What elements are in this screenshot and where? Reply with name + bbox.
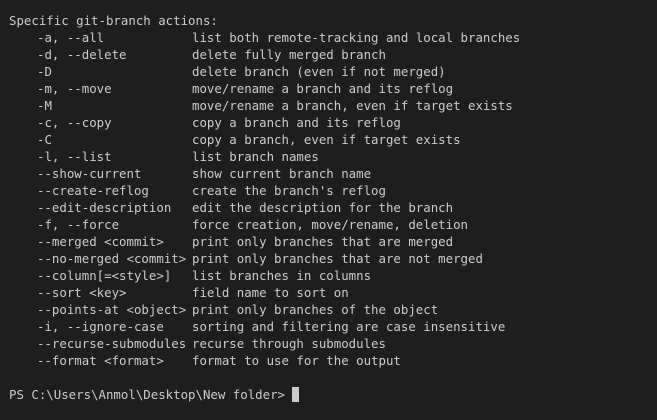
option-row: -m, --move move/rename a branch and its … (0, 80, 657, 97)
option-flag: --sort <key> (37, 285, 127, 300)
option-flag: --edit-description (37, 200, 172, 215)
option-row: --no-merged <commit> print only branches… (0, 250, 657, 267)
option-flag: -m, --move (37, 81, 112, 96)
option-flag: --no-merged <commit> (37, 251, 187, 266)
option-description: copy a branch, even if target exists (192, 132, 461, 147)
shell-prompt-line[interactable]: PS C:\Users\Anmol\Desktop\New folder> (9, 386, 300, 403)
option-flag: -l, --list (37, 149, 112, 164)
option-row: -i, --ignore-case sorting and filtering … (0, 318, 657, 335)
option-flag: --column[=<style>] (37, 268, 172, 283)
option-description: list branch names (192, 149, 319, 164)
option-row: --recurse-submodules recurse through sub… (0, 335, 657, 352)
option-row: -c, --copy copy a branch and its reflog (0, 114, 657, 131)
option-row: -f, --force force creation, move/rename,… (0, 216, 657, 233)
option-description: delete fully merged branch (192, 47, 386, 62)
option-description: sorting and filtering are case insensiti… (192, 319, 506, 334)
option-description: list branches in columns (192, 268, 372, 283)
option-description: move/rename a branch, even if target exi… (192, 98, 513, 113)
option-flag: -d, --delete (37, 47, 127, 62)
option-row: -l, --list list branch names (0, 148, 657, 165)
option-row: --format <format> format to use for the … (0, 352, 657, 369)
option-description: force creation, move/rename, deletion (192, 217, 469, 232)
option-row: -a, --all list both remote-tracking and … (0, 29, 657, 46)
option-flag: -f, --force (37, 217, 120, 232)
option-flag: --show-current (37, 166, 142, 181)
option-row: --show-current show current branch name (0, 165, 657, 182)
help-section-heading: Specific git-branch actions: (9, 13, 218, 28)
option-flag: -M (37, 98, 52, 113)
option-description: edit the description for the branch (192, 200, 454, 215)
option-flag: --points-at <object> (37, 302, 187, 317)
option-flag: --create-reflog (37, 183, 149, 198)
option-description: recurse through submodules (192, 336, 386, 351)
option-description: format to use for the output (192, 353, 401, 368)
option-row: -D delete branch (even if not merged) (0, 63, 657, 80)
option-description: print only branches that are merged (192, 234, 454, 249)
option-description: move/rename a branch and its reflog (192, 81, 454, 96)
option-description: delete branch (even if not merged) (192, 64, 446, 79)
option-description: print only branches of the object (192, 302, 439, 317)
option-flag: -D (37, 64, 52, 79)
option-flag: --recurse-submodules (37, 336, 187, 351)
option-row: --create-reflog create the branch's refl… (0, 182, 657, 199)
shell-prompt: PS C:\Users\Anmol\Desktop\New folder> (9, 387, 286, 402)
option-flag: -a, --all (37, 30, 105, 45)
option-description: create the branch's reflog (192, 183, 386, 198)
terminal-output[interactable]: Specific git-branch actions: -a, --all l… (0, 0, 657, 402)
option-row: --merged <commit> print only branches th… (0, 233, 657, 250)
text-cursor (292, 387, 300, 402)
option-row: -d, --delete delete fully merged branch (0, 46, 657, 63)
option-row: -C copy a branch, even if target exists (0, 131, 657, 148)
option-flag: -i, --ignore-case (37, 319, 164, 334)
option-description: field name to sort on (192, 285, 349, 300)
option-flag: --format <format> (37, 353, 164, 368)
option-flag: -c, --copy (37, 115, 112, 130)
option-description: copy a branch and its reflog (192, 115, 401, 130)
option-row: --edit-description edit the description … (0, 199, 657, 216)
option-row: --column[=<style>] list branches in colu… (0, 267, 657, 284)
option-row: --sort <key> field name to sort on (0, 284, 657, 301)
option-description: list both remote-tracking and local bran… (192, 30, 521, 45)
option-row: -M move/rename a branch, even if target … (0, 97, 657, 114)
option-flag: -C (37, 132, 52, 147)
options-list: -a, --all list both remote-tracking and … (0, 29, 657, 369)
option-description: show current branch name (192, 166, 372, 181)
option-row: --points-at <object> print only branches… (0, 301, 657, 318)
option-description: print only branches that are not merged (192, 251, 483, 266)
option-flag: --merged <commit> (37, 234, 164, 249)
